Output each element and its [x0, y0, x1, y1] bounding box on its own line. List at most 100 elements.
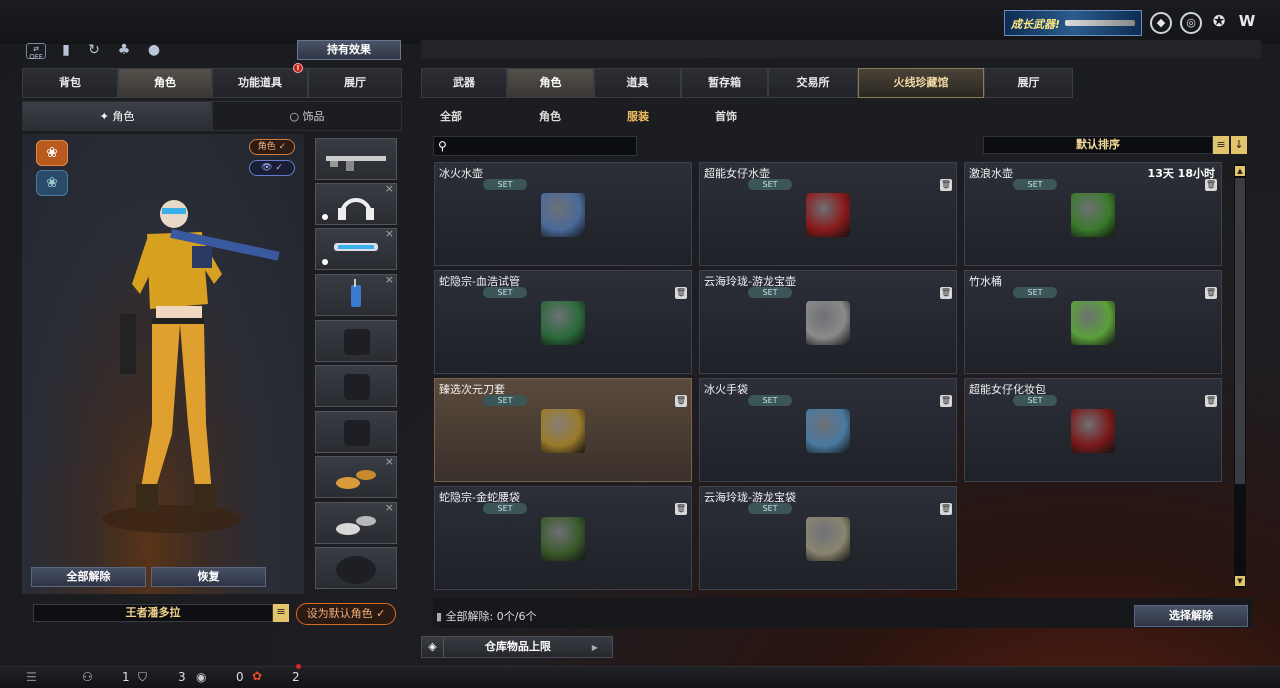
subtab-accessory[interactable]: ○ 饰品	[212, 101, 402, 131]
list-icon[interactable]: ≡	[273, 604, 289, 622]
item-card[interactable]: 超能女仔化妆包 SET 🗑	[964, 378, 1222, 482]
remove-icon[interactable]: ×	[385, 227, 394, 240]
trash-icon[interactable]: 🗑	[1205, 287, 1217, 299]
item-card[interactable]: 蛇隐宗-血浩试管 SET 🗑	[434, 270, 692, 374]
logo-icon[interactable]: W	[1236, 12, 1258, 34]
pet-slot[interactable]: ❀	[36, 170, 68, 196]
item-card[interactable]: 冰火手袋 SET 🗑	[699, 378, 957, 482]
view-badge[interactable]: 👁 ✓	[249, 160, 295, 176]
subtab-accessory-label: 饰品	[302, 110, 325, 123]
subtab-jewelry[interactable]: 首饰	[715, 108, 737, 124]
item-card[interactable]: 云海玲珑-游龙宝壶 SET 🗑	[699, 270, 957, 374]
gift-icon[interactable]: ✿	[252, 669, 262, 683]
trash-icon[interactable]: 🗑	[675, 395, 687, 407]
tab-exchange[interactable]: 交易所	[768, 68, 858, 98]
slot-empty-3[interactable]	[315, 411, 397, 453]
tab-character[interactable]: 角色	[118, 68, 212, 98]
remove-icon[interactable]: ×	[385, 273, 394, 286]
shield-icon[interactable]: ◆	[1150, 12, 1172, 34]
tab-function-items[interactable]: 功能道具 !	[212, 63, 308, 98]
subtab-all[interactable]: 全部	[440, 108, 462, 124]
rotate-icon[interactable]: ↻	[84, 40, 104, 60]
globe-icon[interactable]: ◎	[1180, 12, 1202, 34]
subtab-character[interactable]: ✦ 角色	[22, 101, 212, 131]
remove-icon[interactable]: ×	[385, 182, 394, 195]
slot-empty-4[interactable]	[315, 547, 397, 589]
item-card[interactable]: 竹水桶 SET 🗑	[964, 270, 1222, 374]
trash-icon[interactable]: 🗑	[940, 395, 952, 407]
slot-empty-2[interactable]	[315, 365, 397, 407]
subtab-role[interactable]: 角色	[539, 108, 561, 124]
binoculars-icon[interactable]: ⚇	[82, 670, 93, 684]
item-card[interactable]: 激浪水壶 SET 13天 18小时 🗑	[964, 162, 1222, 266]
chat-icon[interactable]: ◉	[196, 670, 206, 684]
sort-dropdown[interactable]: 默认排序	[983, 136, 1213, 154]
trash-icon[interactable]: 🗑	[675, 503, 687, 515]
count-3: 0	[236, 670, 244, 684]
ring-icon: ○	[289, 110, 303, 123]
scroll-up-icon[interactable]: ▲	[1235, 166, 1245, 176]
trash-icon[interactable]: 🗑	[940, 503, 952, 515]
storage-limit-button[interactable]: ◈ 仓库物品上限 ▶	[421, 636, 613, 658]
count-2: 3	[178, 670, 186, 684]
set-badge: SET	[1013, 395, 1057, 406]
slot-empty-1[interactable]	[315, 320, 397, 362]
trash-icon[interactable]: 🗑	[1205, 395, 1217, 407]
character-preview[interactable]	[22, 134, 304, 594]
item-card[interactable]: 超能女仔水壶 SET 🗑	[699, 162, 957, 266]
sparkle-icon: ✦	[99, 110, 113, 123]
tab-showroom-right[interactable]: 展厅	[984, 68, 1073, 98]
slot-radio[interactable]: ×	[315, 273, 397, 316]
remove-icon[interactable]: ×	[385, 501, 394, 514]
slot-weapon[interactable]	[315, 138, 397, 180]
trash-icon[interactable]: 🗑	[940, 287, 952, 299]
trash-icon[interactable]: 🗑	[940, 179, 952, 191]
item-image	[541, 193, 585, 237]
scroll-down-icon[interactable]: ▼	[1235, 576, 1245, 586]
role-badge[interactable]: 角色 ✓	[249, 139, 295, 155]
item-grid-scrollbar[interactable]: ▲ ▼	[1234, 164, 1246, 588]
ranking-icon[interactable]: ▮	[56, 40, 76, 60]
unequip-all-button[interactable]: 全部解除	[31, 567, 146, 587]
item-card[interactable]: 蛇隐宗-金蛇腰袋 SET 🗑	[434, 486, 692, 590]
toggle-off-icon[interactable]: ⇄ OFF	[26, 43, 46, 61]
slot-headphones[interactable]: ×	[315, 182, 397, 225]
tab-showroom[interactable]: 展厅	[308, 68, 402, 98]
slot-glasses[interactable]: ×	[315, 227, 397, 270]
item-card[interactable]: 冰火水壶 SET	[434, 162, 692, 266]
promo-banner[interactable]: 成长武器!	[1004, 10, 1142, 36]
set-badge: SET	[483, 179, 527, 190]
status-bar: ☰ ⚇ 1 ⛉ 3 ◉ 0 ✿ 2	[0, 664, 1280, 688]
restore-button[interactable]: 恢复	[151, 567, 266, 587]
shield-status-icon[interactable]: ⛉	[138, 670, 147, 685]
tab-bag[interactable]: 背包	[22, 68, 118, 98]
sort-list-icon[interactable]: ≡	[1213, 136, 1229, 154]
tools-icon[interactable]: ✪	[1208, 12, 1230, 34]
set-badge: SET	[1013, 287, 1057, 298]
sort-direction-icon[interactable]: ↓	[1231, 136, 1247, 154]
tab-temp-storage[interactable]: 暂存箱	[681, 68, 768, 98]
set-default-character-button[interactable]: 设为默认角色 ✓	[296, 603, 396, 625]
item-card[interactable]: 云海玲珑-游龙宝袋 SET 🗑	[699, 486, 957, 590]
trash-icon[interactable]: 🗑	[675, 287, 687, 299]
tab-weapons[interactable]: 武器	[421, 68, 507, 98]
search-input[interactable]: ⚲	[433, 136, 637, 156]
search-icon: ⚲	[438, 139, 447, 153]
hold-effect-button[interactable]: 持有效果	[297, 40, 401, 60]
pet-slot-active[interactable]: ❀	[36, 140, 68, 166]
tab-collection[interactable]: 火线珍藏馆	[858, 68, 984, 98]
scroll-thumb[interactable]	[1235, 178, 1245, 484]
tab-items[interactable]: 道具	[594, 68, 681, 98]
pose-icon[interactable]: ♣	[114, 40, 134, 60]
item-card[interactable]: 臻选次元刀套 SET 🗑	[434, 378, 692, 482]
count-4: 2	[292, 670, 300, 684]
slot-boots-gold[interactable]: ×	[315, 455, 397, 498]
menu-icon[interactable]: ☰	[26, 670, 37, 684]
remove-icon[interactable]: ×	[385, 455, 394, 468]
penguin-icon[interactable]: ●	[144, 40, 164, 60]
subtab-clothing[interactable]: 服装	[627, 108, 649, 124]
tab-role[interactable]: 角色	[507, 68, 594, 98]
slot-boots-silver[interactable]: ×	[315, 501, 397, 544]
select-unequip-button[interactable]: 选择解除	[1134, 605, 1248, 627]
trash-icon[interactable]: 🗑	[1205, 179, 1217, 191]
